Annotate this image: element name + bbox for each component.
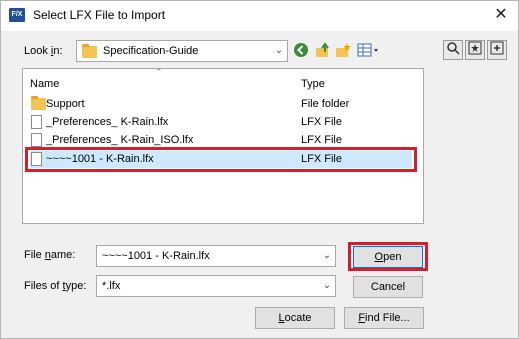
file-name: _Preferences_ K-Rain.lfx <box>46 116 169 128</box>
new-folder-icon[interactable] <box>334 42 352 60</box>
folder-icon <box>31 96 46 110</box>
open-button-highlight <box>348 242 428 271</box>
chevron-down-icon[interactable]: ⌄ <box>321 246 333 266</box>
file-icon <box>31 133 42 147</box>
list-item[interactable]: Support File folder <box>30 96 420 112</box>
file-name-label: File name: <box>24 249 76 261</box>
app-logo-icon: F/X <box>9 8 25 22</box>
list-item[interactable]: _Preferences_ K-Rain_ISO.lfx LFX File <box>30 132 420 148</box>
file-name-value: ~~~~1001 - K-Rain.lfx <box>102 250 210 262</box>
file-icon <box>31 115 42 129</box>
files-of-type-dropdown[interactable]: *.lfx ⌄ <box>96 275 336 297</box>
file-type: File folder <box>301 98 350 110</box>
up-folder-icon[interactable] <box>314 42 332 60</box>
dialog-title: Select LFX File to Import <box>33 8 166 22</box>
column-header-name[interactable]: Name <box>30 77 59 91</box>
close-button[interactable]: ✕ <box>486 4 516 26</box>
view-menu-icon[interactable] <box>356 42 382 60</box>
add-to-favorites-icon[interactable] <box>487 40 507 60</box>
file-name: _Preferences_ K-Rain_ISO.lfx <box>46 134 194 146</box>
chevron-down-icon[interactable]: ⌄ <box>321 276 333 296</box>
look-in-value: Specification-Guide <box>103 45 199 57</box>
file-name-input[interactable]: ~~~~1001 - K-Rain.lfx ⌄ <box>96 245 336 267</box>
file-type: LFX File <box>301 134 342 146</box>
locate-button[interactable]: Locate <box>255 307 335 329</box>
back-icon[interactable] <box>292 42 310 60</box>
files-of-type-label: Files of type: <box>24 280 87 292</box>
look-in-label: Look in: <box>24 45 63 57</box>
file-name: Support <box>46 98 85 110</box>
folder-icon <box>82 44 97 58</box>
selected-file-highlight <box>25 147 417 172</box>
look-in-dropdown[interactable]: Specification-Guide ⌄ <box>76 40 288 62</box>
preview-icon[interactable] <box>443 40 463 60</box>
cancel-button[interactable]: Cancel <box>353 276 423 298</box>
file-type: LFX File <box>301 116 342 128</box>
sort-ascending-icon: ⌃ <box>155 67 163 77</box>
column-header-type[interactable]: Type <box>301 77 325 91</box>
list-item[interactable]: _Preferences_ K-Rain.lfx LFX File <box>30 114 420 130</box>
find-file-button[interactable]: Find File... <box>344 307 424 329</box>
chevron-down-icon[interactable]: ⌄ <box>273 41 285 61</box>
favorites-icon[interactable] <box>465 40 485 60</box>
files-of-type-value: *.lfx <box>102 280 121 292</box>
